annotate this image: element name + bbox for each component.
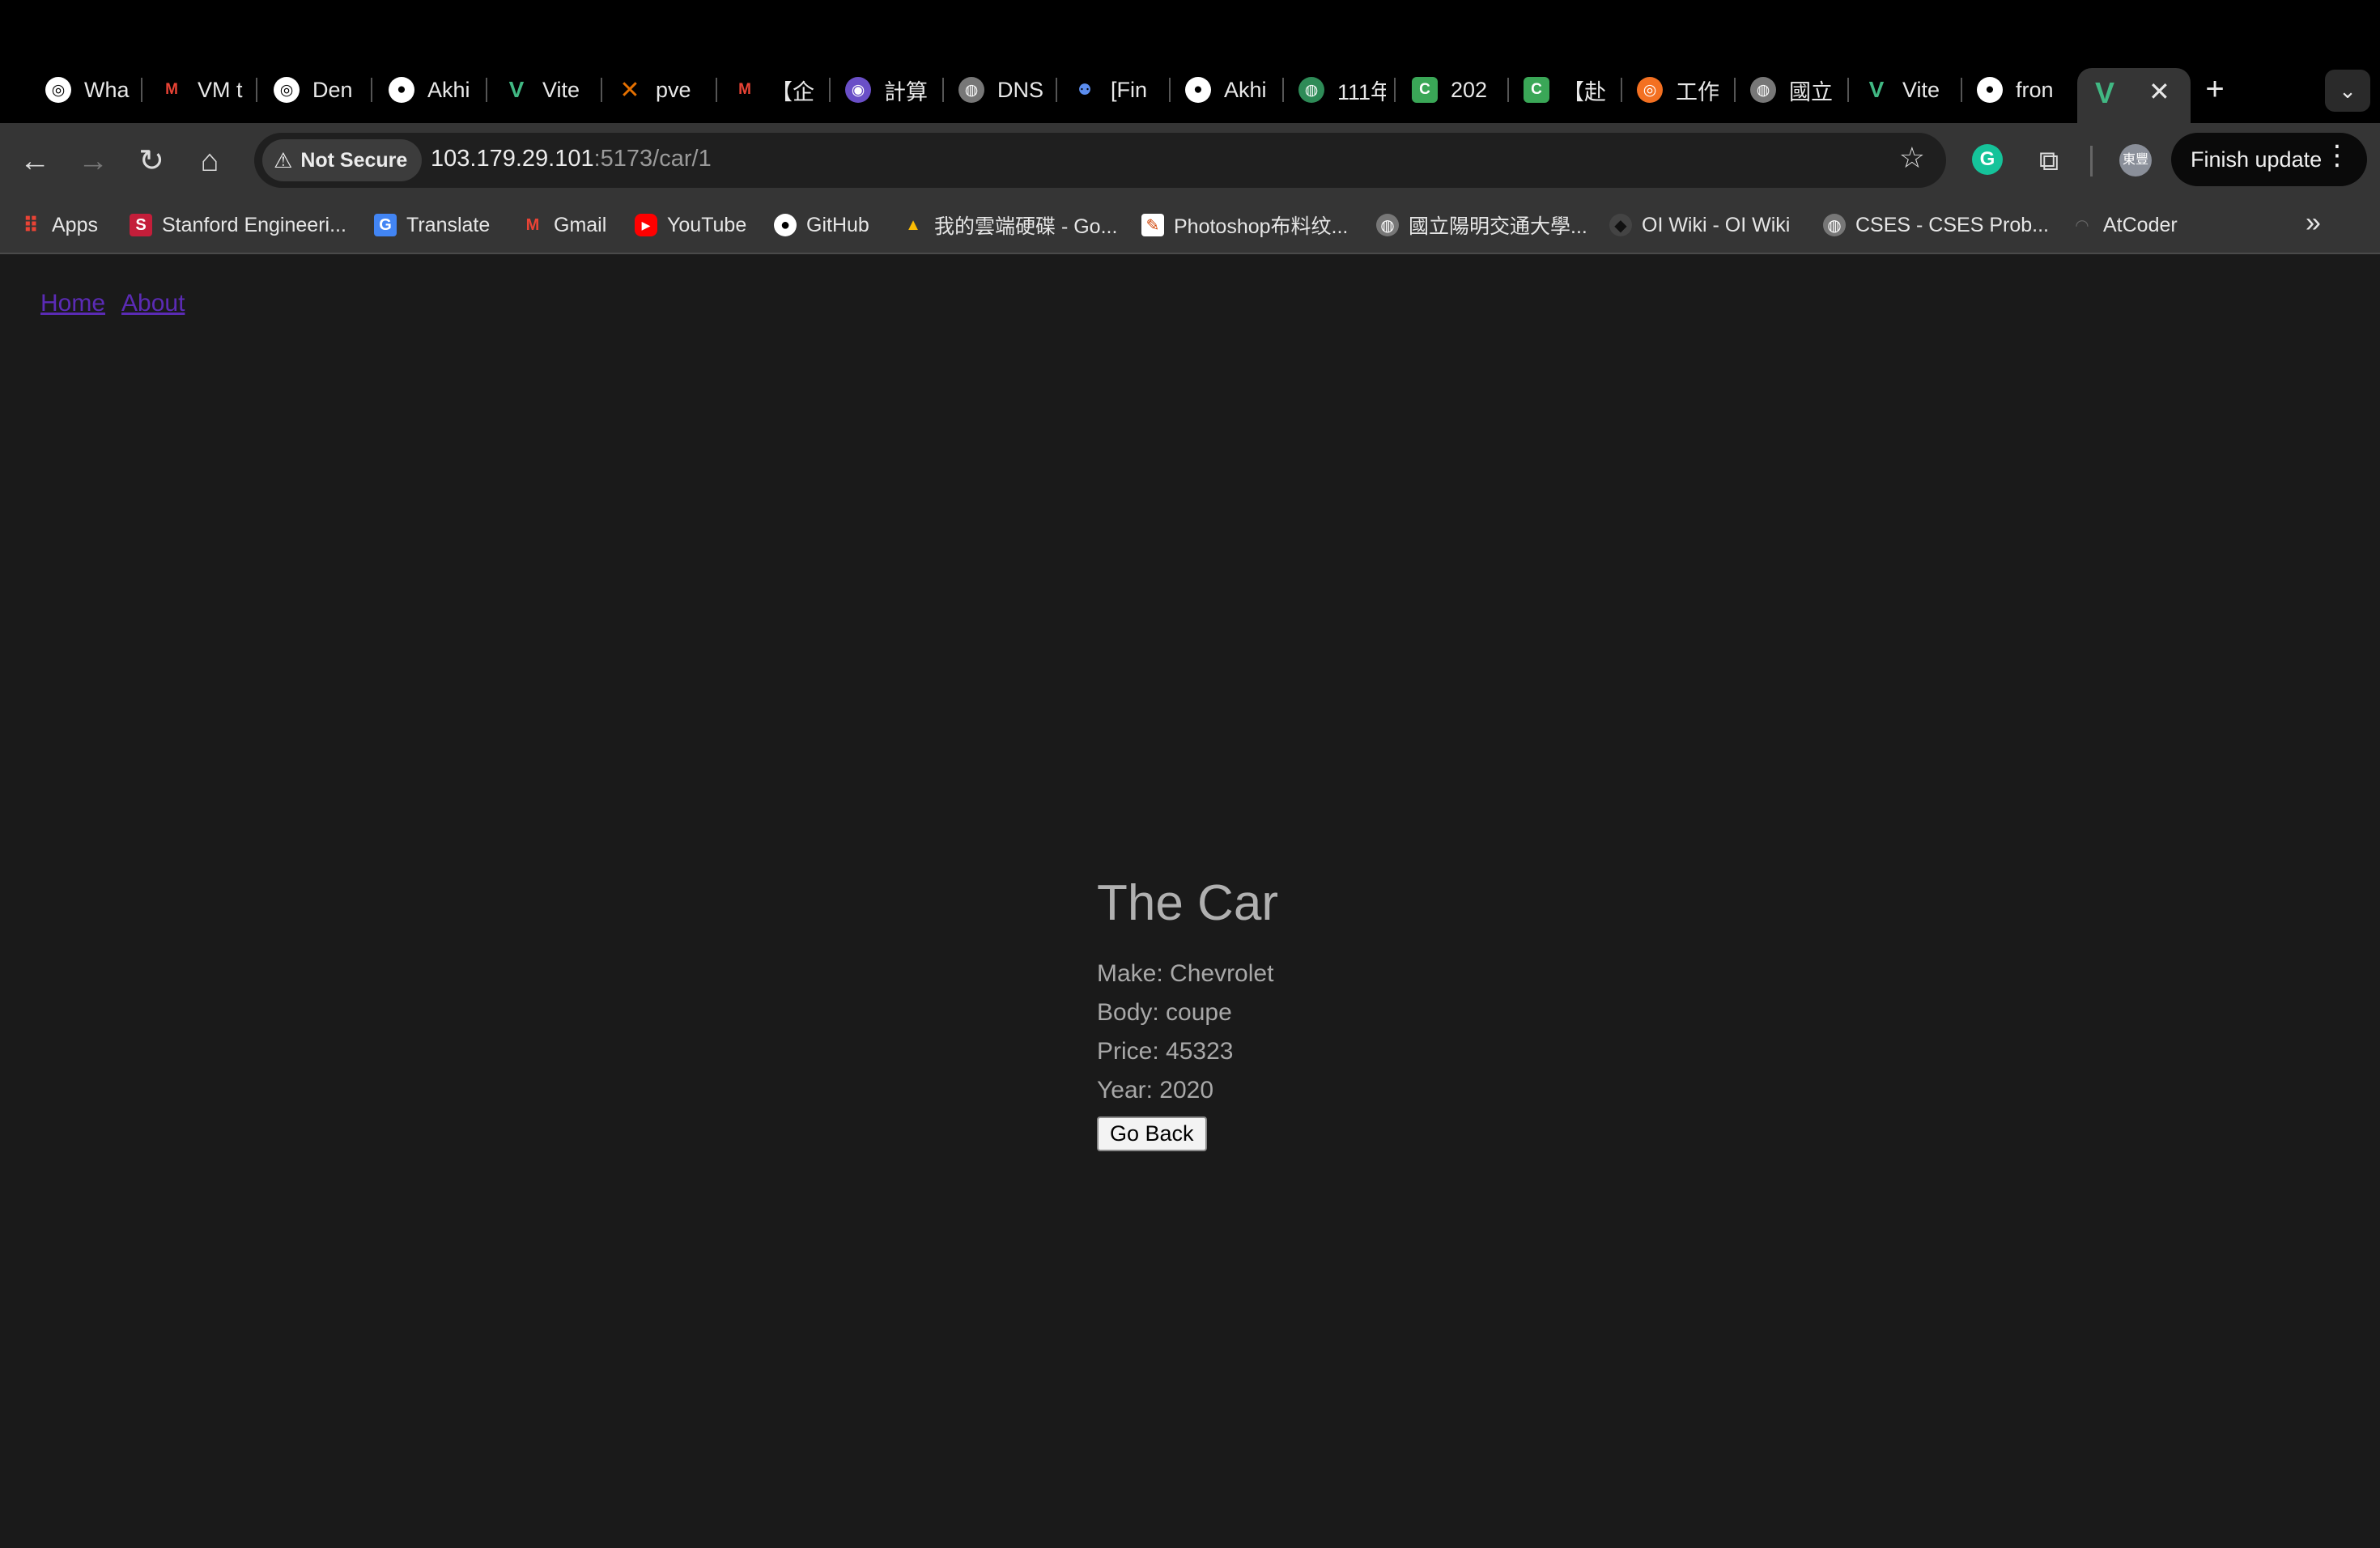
translate-icon: G <box>374 214 397 236</box>
car-details: The Car Make: Chevrolet Body: coupe Pric… <box>1097 874 1278 1151</box>
vue-icon: V <box>2095 76 2115 109</box>
proxmox-icon: ✕ <box>619 76 640 104</box>
bookmark-translate[interactable]: G Translate <box>374 209 490 241</box>
security-chip[interactable]: ⚠ Not Secure <box>262 139 423 181</box>
car-year: Year: 2020 <box>1097 1077 1214 1104</box>
gmail-icon: M <box>525 215 540 234</box>
bookmark-gmail[interactable]: M Gmail <box>521 209 607 241</box>
bookmark-youtube[interactable]: ▶ YouTube <box>635 209 746 241</box>
tab[interactable]: V Vite <box>1864 70 1951 110</box>
github-icon: ● <box>1185 77 1211 103</box>
tab[interactable]: ◎ Wha <box>45 70 133 110</box>
github-icon: ● <box>389 77 414 103</box>
reload-icon[interactable]: ↻ <box>133 142 170 180</box>
atcoder-icon: ◠ <box>2076 216 2089 235</box>
back-arrow-icon[interactable]: ← <box>16 142 53 180</box>
bookmark-atcoder[interactable]: ◠ AtCoder <box>2071 209 2177 241</box>
active-tab[interactable]: V ✕ <box>2077 68 2191 123</box>
tab[interactable]: ● fron <box>1977 70 2064 110</box>
tab[interactable]: M 【企 <box>732 70 819 110</box>
vue-icon: V <box>508 77 525 102</box>
tab-search-chevron-icon[interactable]: ⌄ <box>2325 70 2370 112</box>
c-icon: C <box>1524 77 1549 103</box>
tab[interactable]: ◍ 國立 <box>1750 70 1838 110</box>
new-tab-button[interactable]: + <box>2199 70 2231 110</box>
c-icon: C <box>1412 77 1438 103</box>
people-icon: ⚉ <box>1077 81 1092 99</box>
more-vert-icon: ⋮ <box>2323 140 2351 171</box>
bookmark-cses[interactable]: ◍ CSES - CSES Prob... <box>1823 209 2049 241</box>
tab[interactable]: ◍ DNS <box>958 70 1046 110</box>
page-nav: Home About <box>40 290 201 317</box>
car-body: Body: coupe <box>1097 999 1232 1026</box>
tab[interactable]: M VM t <box>159 70 246 110</box>
tab[interactable]: C 202 <box>1412 70 1499 110</box>
tab-strip: ◎ Wha M VM t ◎ Den ● Akhi V Vite ✕ pve M… <box>0 0 2380 123</box>
globe-icon: ◍ <box>1298 77 1324 103</box>
page-title: The Car <box>1097 875 1278 931</box>
bookmark-github[interactable]: ● GitHub <box>774 209 869 241</box>
github-icon: ● <box>774 214 797 236</box>
globe-icon: ◍ <box>1750 77 1776 103</box>
app-icon: ◉ <box>845 77 871 103</box>
tab[interactable]: ◎ Den <box>274 70 361 110</box>
tab[interactable]: C 【赴 <box>1524 70 1611 110</box>
apps-grid-icon: ⠿ <box>22 212 40 237</box>
grammarly-extension-icon[interactable]: G <box>1972 144 2003 175</box>
bookmark-apps[interactable]: ⠿ Apps <box>19 209 98 241</box>
bookmark-stanford[interactable]: S Stanford Engineeri... <box>130 209 346 241</box>
globe-icon: ◍ <box>958 77 984 103</box>
extensions-puzzle-icon[interactable]: ⧉ <box>2030 142 2068 180</box>
bookmark-oiwiki[interactable]: ◆ OI Wiki - OI Wiki <box>1609 209 1790 241</box>
tab[interactable]: ◉ 計算 <box>845 70 933 110</box>
globe-icon: ◍ <box>1376 214 1399 236</box>
bookmark-nycu[interactable]: ◍ 國立陽明交通大學... <box>1376 209 1587 241</box>
forward-arrow-icon[interactable]: → <box>74 142 112 180</box>
tab[interactable]: ◍ 111年 <box>1298 70 1386 110</box>
oiwiki-icon: ◆ <box>1609 214 1632 236</box>
home-icon[interactable]: ⌂ <box>191 142 228 180</box>
car-make: Make: Chevrolet <box>1097 960 1274 987</box>
youtube-icon: ▶ <box>635 214 657 236</box>
photoshop-icon: ✎ <box>1141 214 1164 236</box>
bookmark-photoshop[interactable]: ✎ Photoshop布料纹... <box>1141 209 1348 241</box>
tab[interactable]: ⚉ [Fin <box>1072 70 1159 110</box>
about-link[interactable]: About <box>121 290 185 317</box>
tab[interactable]: ● Akhi <box>389 70 476 110</box>
bookmark-star-icon[interactable]: ☆ <box>1899 141 1925 175</box>
github-icon: ● <box>1977 77 2003 103</box>
chatgpt-icon: ◎ <box>274 77 300 103</box>
drive-icon: ▲ <box>905 215 921 234</box>
warning-icon: ⚠ <box>274 147 293 172</box>
tab[interactable]: ✕ pve <box>617 70 704 110</box>
tab[interactable]: V Vite <box>504 70 591 110</box>
globe-icon: ◍ <box>1823 214 1846 236</box>
go-back-button[interactable]: Go Back <box>1097 1116 1207 1151</box>
close-tab-icon[interactable]: ✕ <box>2148 76 2170 107</box>
bookmark-drive[interactable]: ▲ 我的雲端硬碟 - Go... <box>902 209 1117 241</box>
car-price: Price: 45323 <box>1097 1038 1234 1065</box>
finish-update-button[interactable]: Finish update ⋮ <box>2171 133 2367 186</box>
chatgpt-icon: ◎ <box>45 77 71 103</box>
app-icon: ◎ <box>1637 77 1663 103</box>
profile-avatar[interactable]: 東豐 <box>2119 144 2152 176</box>
url-text[interactable]: 103.179.29.101:5173/car/1 <box>431 146 712 172</box>
vue-icon: V <box>1868 77 1885 102</box>
gmail-icon: M <box>165 81 178 98</box>
tab[interactable]: ● Akhi <box>1185 70 1273 110</box>
more-bookmarks-chevron-icon[interactable]: » <box>2306 207 2321 239</box>
address-bar[interactable]: ⚠ Not Secure 103.179.29.101:5173/car/1 ☆ <box>254 133 1946 188</box>
home-link[interactable]: Home <box>40 290 105 317</box>
gmail-icon: M <box>738 81 751 98</box>
stanford-icon: S <box>130 214 152 236</box>
tab[interactable]: ◎ 工作 <box>1637 70 1724 110</box>
